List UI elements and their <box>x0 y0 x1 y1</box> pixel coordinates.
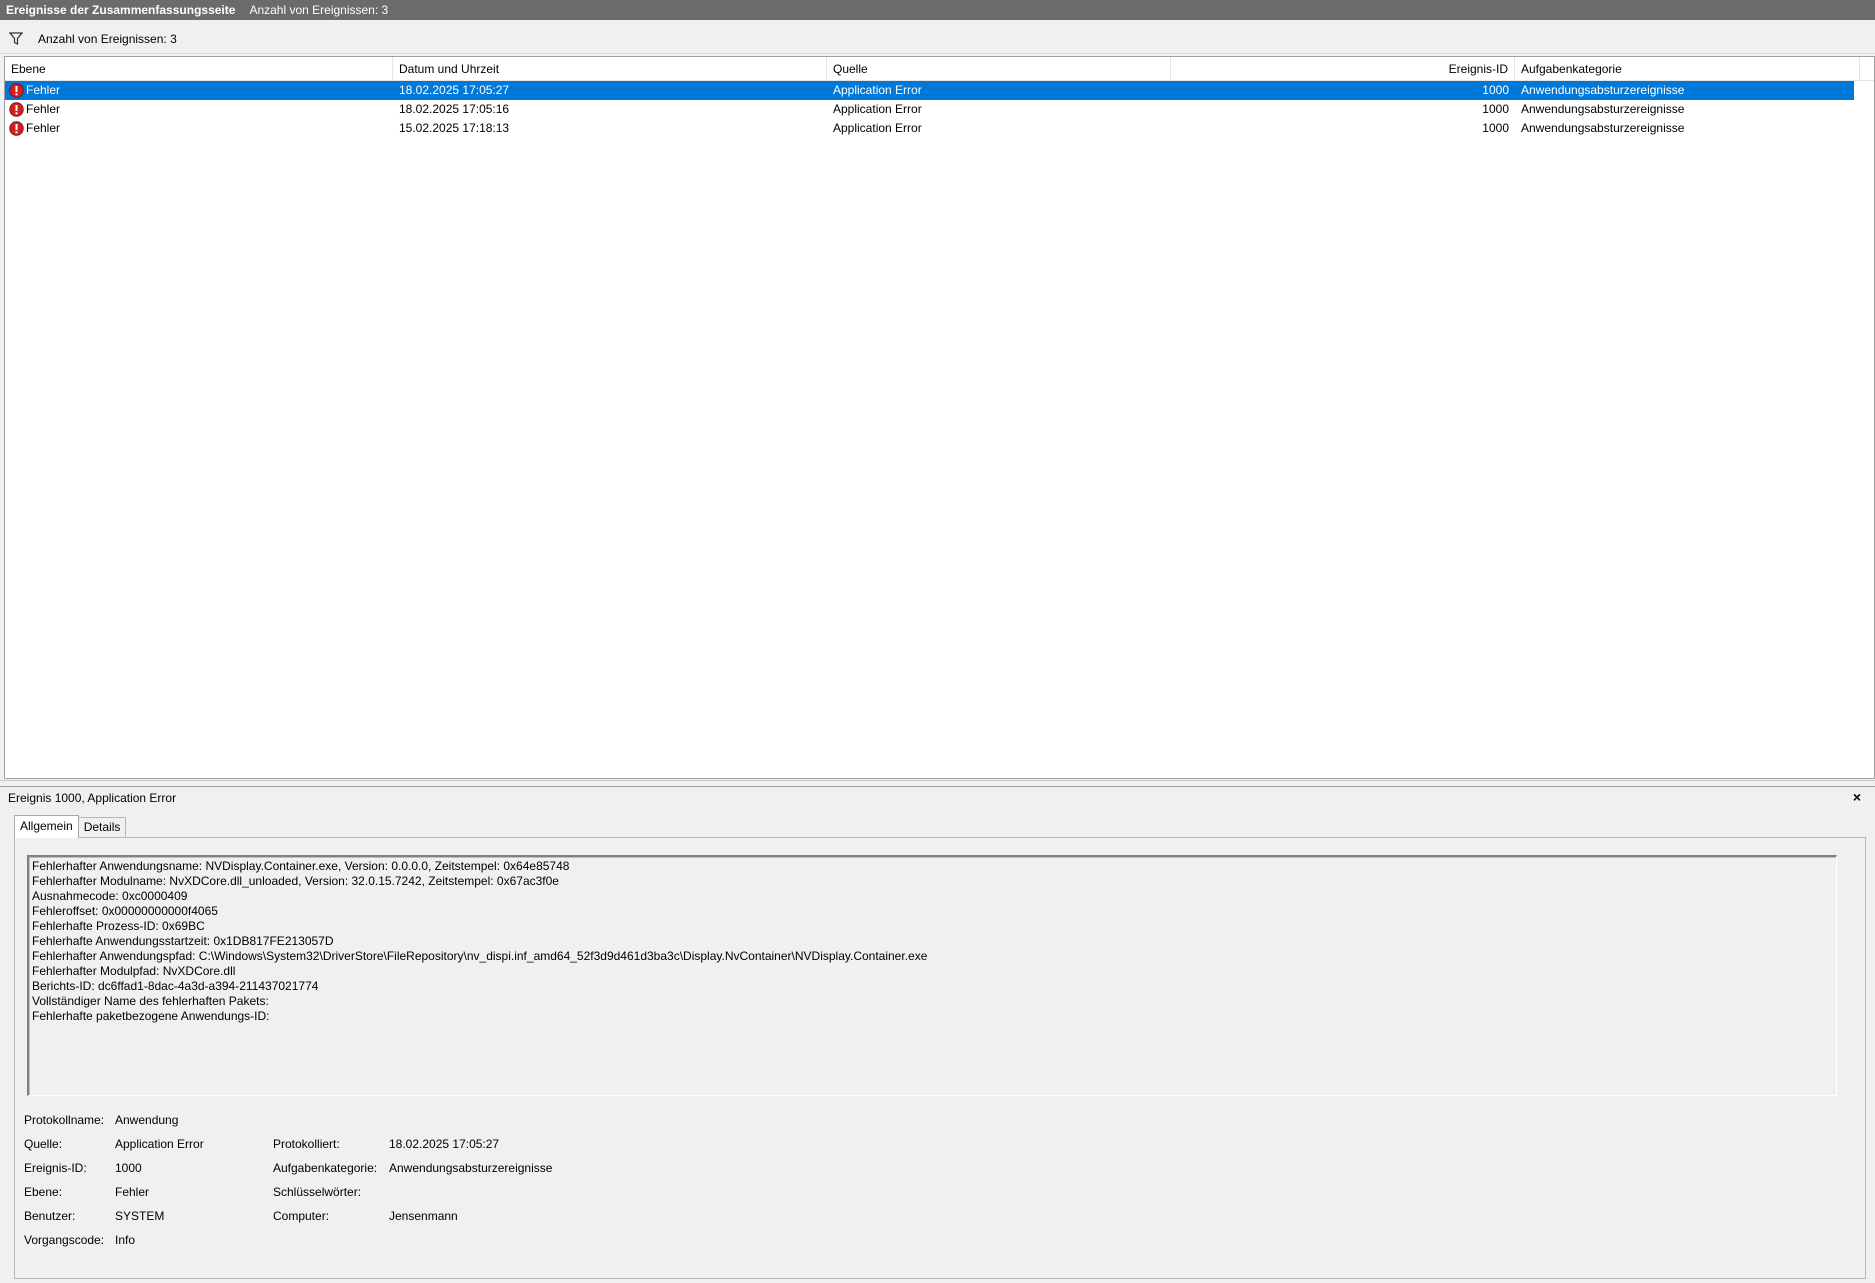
cell-source: Application Error <box>833 102 922 116</box>
cell-level: Fehler <box>26 83 61 97</box>
event-message-box[interactable]: Fehlerhafter Anwendungsname: NVDisplay.C… <box>27 855 1837 1096</box>
column-header-aufgabenkategorie[interactable]: Aufgabenkategorie <box>1515 57 1860 81</box>
message-line: Fehlerhafter Modulpfad: NvXDCore.dll <box>32 964 236 978</box>
table-row[interactable]: Fehler 15.02.2025 17:18:13 Application E… <box>5 119 1874 138</box>
message-line: Fehlerhafte Anwendungsstartzeit: 0x1DB81… <box>32 934 334 948</box>
ebene-label: Ebene: <box>24 1185 63 1199</box>
cell-source: Application Error <box>833 121 922 135</box>
tab-allgemein[interactable]: Allgemein <box>14 815 79 838</box>
column-header-datum[interactable]: Datum und Uhrzeit <box>393 57 827 81</box>
cell-event-id: 1000 <box>1482 102 1509 116</box>
message-line: Fehlerhafter Modulname: NvXDCore.dll_unl… <box>32 874 559 888</box>
protokollname-value[interactable]: Anwendung <box>115 1113 178 1127</box>
message-line: Fehlerhafter Anwendungsname: NVDisplay.C… <box>32 859 570 873</box>
error-icon <box>9 83 24 98</box>
vorgangscode-value[interactable]: Info <box>115 1233 135 1247</box>
filter-count-text: Anzahl von Ereignissen: 3 <box>38 31 177 46</box>
filter-icon[interactable] <box>8 31 24 47</box>
benutzer-label: Benutzer: <box>24 1209 76 1223</box>
computer-label: Computer: <box>273 1209 330 1223</box>
cell-category: Anwendungsabsturzereignisse <box>1521 102 1685 116</box>
ereignis-id-label: Ereignis-ID: <box>24 1161 87 1175</box>
cell-event-id: 1000 <box>1482 121 1509 135</box>
aufgabenkategorie-value[interactable]: Anwendungsabsturzereignisse <box>389 1161 552 1175</box>
message-line: Vollständiger Name des fehlerhaften Pake… <box>32 994 269 1008</box>
error-icon <box>9 121 24 136</box>
event-list: Ebene Datum und Uhrzeit Quelle Ereignis-… <box>4 56 1875 779</box>
protokollname-label: Protokollname: <box>24 1113 105 1127</box>
benutzer-value[interactable]: SYSTEM <box>115 1209 164 1223</box>
vorgangscode-label: Vorgangscode: <box>24 1233 105 1247</box>
event-count-title: Anzahl von Ereignissen: 3 <box>249 3 389 17</box>
cell-category: Anwendungsabsturzereignisse <box>1521 121 1685 135</box>
aufgabenkategorie-label: Aufgabenkategorie: <box>273 1161 378 1175</box>
event-detail-panel: Ereignis 1000, Application Error × Allge… <box>0 786 1875 1283</box>
protokolliert-value[interactable]: 18.02.2025 17:05:27 <box>389 1137 499 1151</box>
table-row[interactable]: Fehler 18.02.2025 17:05:16 Application E… <box>5 100 1874 119</box>
cell-datetime: 18.02.2025 17:05:16 <box>399 102 510 116</box>
error-icon <box>9 102 24 117</box>
cell-datetime: 18.02.2025 17:05:27 <box>399 83 510 97</box>
close-button[interactable]: × <box>1849 789 1865 805</box>
column-header-ebene[interactable]: Ebene <box>5 57 393 81</box>
message-line: Fehlerhafter Anwendungspfad: C:\Windows\… <box>32 949 928 963</box>
message-line: Fehlerhafte paketbezogene Anwendungs-ID: <box>32 1009 270 1023</box>
table-row[interactable]: Fehler 18.02.2025 17:05:27 Application E… <box>5 81 1854 100</box>
page-title: Ereignisse der Zusammenfassungsseite <box>6 3 236 17</box>
protokolliert-label: Protokolliert: <box>273 1137 340 1151</box>
message-line: Fehleroffset: 0x00000000000f4065 <box>32 904 218 918</box>
column-header-quelle[interactable]: Quelle <box>827 57 1171 81</box>
ereignis-id-value[interactable]: 1000 <box>115 1161 142 1175</box>
quelle-label: Quelle: <box>24 1137 63 1151</box>
cell-source: Application Error <box>833 83 922 97</box>
cell-level: Fehler <box>26 121 61 135</box>
message-line: Fehlerhafte Prozess-ID: 0x69BC <box>32 919 205 933</box>
schluesselwoerter-label: Schlüsselwörter: <box>273 1185 362 1199</box>
detail-title: Ereignis 1000, Application Error <box>8 791 177 805</box>
detail-tabs: Allgemein Details <box>14 815 127 838</box>
filter-bar: Anzahl von Ereignissen: 3 <box>0 24 1875 54</box>
tab-details[interactable]: Details <box>78 817 127 837</box>
computer-value[interactable]: Jensenmann <box>389 1209 458 1223</box>
message-line: Berichts-ID: dc6ffad1-8dac-4a3d-a394-211… <box>32 979 319 993</box>
column-header-ereignis-id[interactable]: Ereignis-ID <box>1171 57 1515 81</box>
cell-datetime: 15.02.2025 17:18:13 <box>399 121 510 135</box>
tab-content-allgemein: Fehlerhafter Anwendungsname: NVDisplay.C… <box>14 837 1866 1279</box>
ebene-value[interactable]: Fehler <box>115 1185 149 1199</box>
message-line: Ausnahmecode: 0xc0000409 <box>32 889 188 903</box>
cell-level: Fehler <box>26 102 61 116</box>
cell-category: Anwendungsabsturzereignisse <box>1521 83 1685 97</box>
quelle-value[interactable]: Application Error <box>115 1137 204 1151</box>
cell-event-id: 1000 <box>1482 83 1509 97</box>
title-bar: Ereignisse der Zusammenfassungsseite Anz… <box>0 0 1875 20</box>
list-header: Ebene Datum und Uhrzeit Quelle Ereignis-… <box>5 57 1874 81</box>
